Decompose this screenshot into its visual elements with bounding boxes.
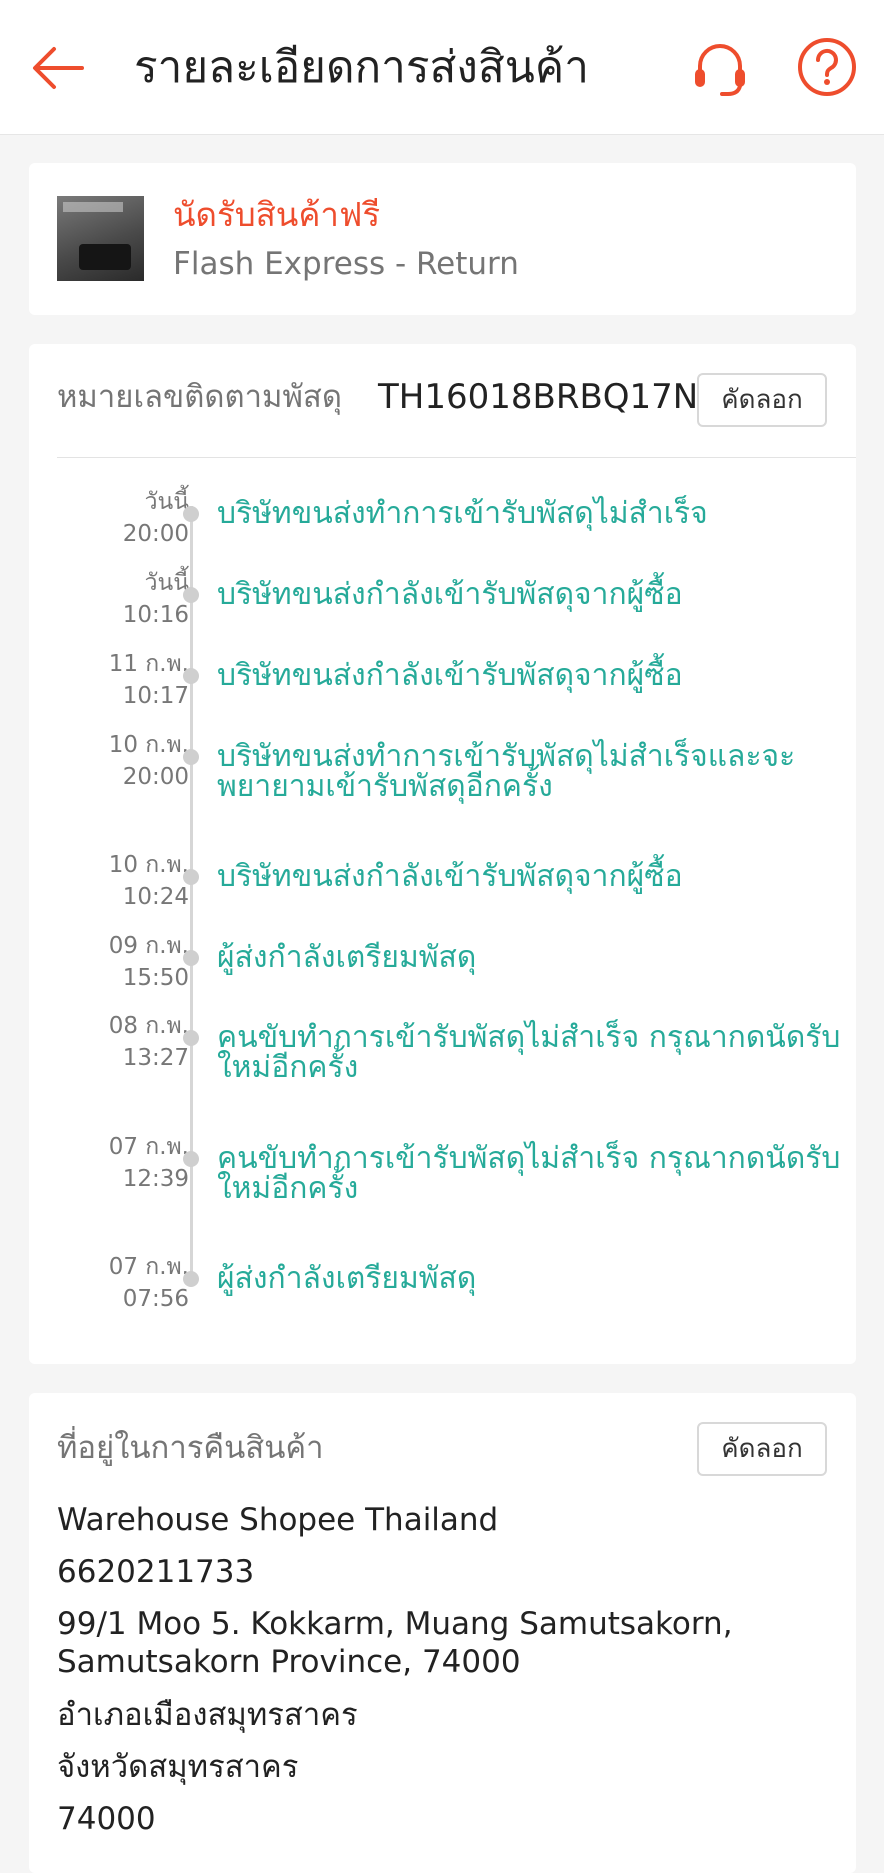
timeline-dot [183,1151,199,1167]
address-name: Warehouse Shopee Thailand [57,1502,499,1538]
tracking-card: หมายเลขติดตามพัสดุ TH16018BRBQ17N คัดลอก… [29,344,856,1364]
event-date: วันนี้ [144,489,189,515]
event-text: คนขับทำการเข้ารับพัสดุไม่สำเร็จ กรุณากดน… [217,1020,841,1085]
event-time: 07:56 [122,1286,189,1312]
address-street: 99/1 Moo 5. Kokkarm, Muang Samutsakorn, … [57,1606,733,1680]
address-district: อำเภอเมืองสมุทรสาคร [57,1697,358,1733]
event-date: 07 ก.พ. [108,1254,189,1280]
copy-address-button[interactable]: คัดลอก [697,1422,827,1476]
address-phone: 6620211733 [57,1554,255,1590]
timeline-dot [183,587,199,603]
event-date: วันนี้ [144,570,189,596]
timeline-dot [183,1030,199,1046]
event-text: บริษัทขนส่งกำลังเข้ารับพัสดุจากผู้ซื้อ [217,658,683,693]
event-text: คนขับทำการเข้ารับพัสดุไม่สำเร็จ กรุณากดน… [217,1141,841,1206]
timeline-dot [183,869,199,885]
pickup-carrier: Flash Express - Return [173,246,519,282]
app-header: รายละเอียดการส่งสินค้า [0,0,884,135]
event-time: 20:00 [122,764,189,790]
event-date: 07 ก.พ. [108,1134,189,1160]
event-date: 11 ก.พ. [108,651,189,677]
event-text: บริษัทขนส่งกำลังเข้ารับพัสดุจากผู้ซื้อ [217,577,683,612]
return-address-card: ที่อยู่ในการคืนสินค้า คัดลอก Warehouse S… [29,1393,856,1873]
page-title: รายละเอียดการส่งสินค้า [134,42,589,93]
event-time: 10:24 [122,884,189,910]
event-time: 10:17 [122,683,189,709]
pickup-card: นัดรับสินค้าฟรี Flash Express - Return [29,163,856,315]
product-thumbnail [57,196,144,281]
chat-support-button[interactable] [688,36,752,100]
arrow-left-icon [33,47,84,89]
event-text: บริษัทขนส่งทำการเข้ารับพัสดุไม่สำเร็จและ… [217,739,796,804]
address-postcode: 74000 [57,1801,156,1837]
thumbnail-product-shape [79,244,131,270]
divider [57,457,856,458]
event-text: ผู้ส่งกำลังเตรียมพัสดุ [217,940,477,975]
event-text: บริษัทขนส่งกำลังเข้ารับพัสดุจากผู้ซื้อ [217,859,683,894]
pickup-title: นัดรับสินค้าฟรี [173,195,381,234]
address-province: จังหวัดสมุทรสาคร [57,1749,299,1785]
copy-tracking-button[interactable]: คัดลอก [697,373,827,427]
event-text: ผู้ส่งกำลังเตรียมพัสดุ [217,1261,477,1296]
timeline-dot [183,1271,199,1287]
return-address-label: ที่อยู่ในการคืนสินค้า [57,1430,324,1466]
event-date: 10 ก.พ. [108,852,189,878]
timeline-dot [183,749,199,765]
event-time: 20:00 [122,521,189,547]
help-button[interactable] [796,36,858,98]
thumbnail-label-strip [63,202,123,212]
timeline-dot [183,950,199,966]
event-time: 15:50 [122,965,189,991]
headset-icon [695,44,745,96]
tracking-number: TH16018BRBQ17N [378,377,699,417]
event-date: 09 ก.พ. [108,933,189,959]
event-text: บริษัทขนส่งทำการเข้ารับพัสดุไม่สำเร็จ [217,496,708,531]
event-time: 12:39 [122,1166,189,1192]
event-time: 13:27 [122,1045,189,1071]
event-date: 10 ก.พ. [108,732,189,758]
back-button[interactable] [28,38,88,98]
tracking-number-label: หมายเลขติดตามพัสดุ [57,379,342,415]
event-date: 08 ก.พ. [108,1013,189,1039]
timeline-dot [183,668,199,684]
question-circle-icon [798,38,856,96]
event-time: 10:16 [122,602,189,628]
timeline-dot [183,506,199,522]
